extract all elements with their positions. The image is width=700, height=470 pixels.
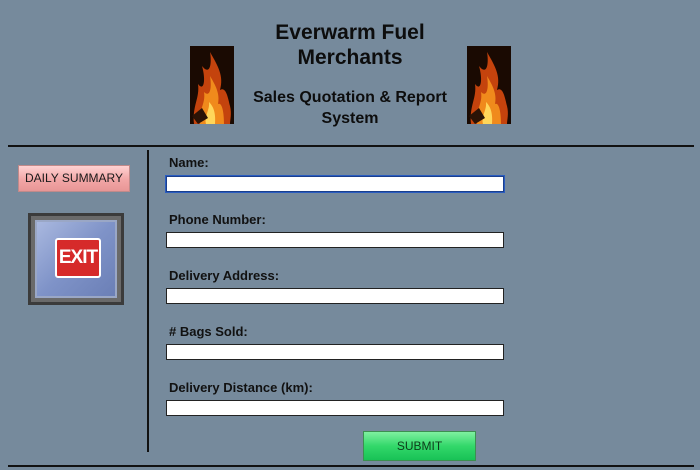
fire-image-left xyxy=(190,46,234,124)
footer-divider xyxy=(8,465,694,467)
sidebar-divider xyxy=(147,150,149,452)
exit-button[interactable]: EXIT xyxy=(28,213,124,305)
page-subtitle: Sales Quotation & Report System xyxy=(253,89,447,127)
daily-summary-button[interactable]: DAILY SUMMARY xyxy=(18,165,130,192)
delivery-distance-input[interactable] xyxy=(166,400,504,416)
delivery-address-input[interactable] xyxy=(166,288,504,304)
page-title: Everwarm Fuel Merchants xyxy=(275,21,425,69)
phone-number-input[interactable] xyxy=(166,232,504,248)
exit-sign-icon: EXIT xyxy=(55,238,101,278)
submit-button[interactable]: SUBMIT xyxy=(363,431,476,461)
exit-button-face: EXIT xyxy=(35,220,117,298)
phone-number-label: Phone Number: xyxy=(169,212,266,227)
header-divider xyxy=(8,145,694,147)
delivery-address-label: Delivery Address: xyxy=(169,268,280,283)
bags-sold-label: # Bags Sold: xyxy=(169,324,248,339)
bags-sold-input[interactable] xyxy=(166,344,504,360)
fire-image-right xyxy=(467,46,511,124)
delivery-distance-label: Delivery Distance (km): xyxy=(169,380,313,395)
name-input[interactable] xyxy=(166,176,504,192)
name-label: Name: xyxy=(169,155,209,170)
